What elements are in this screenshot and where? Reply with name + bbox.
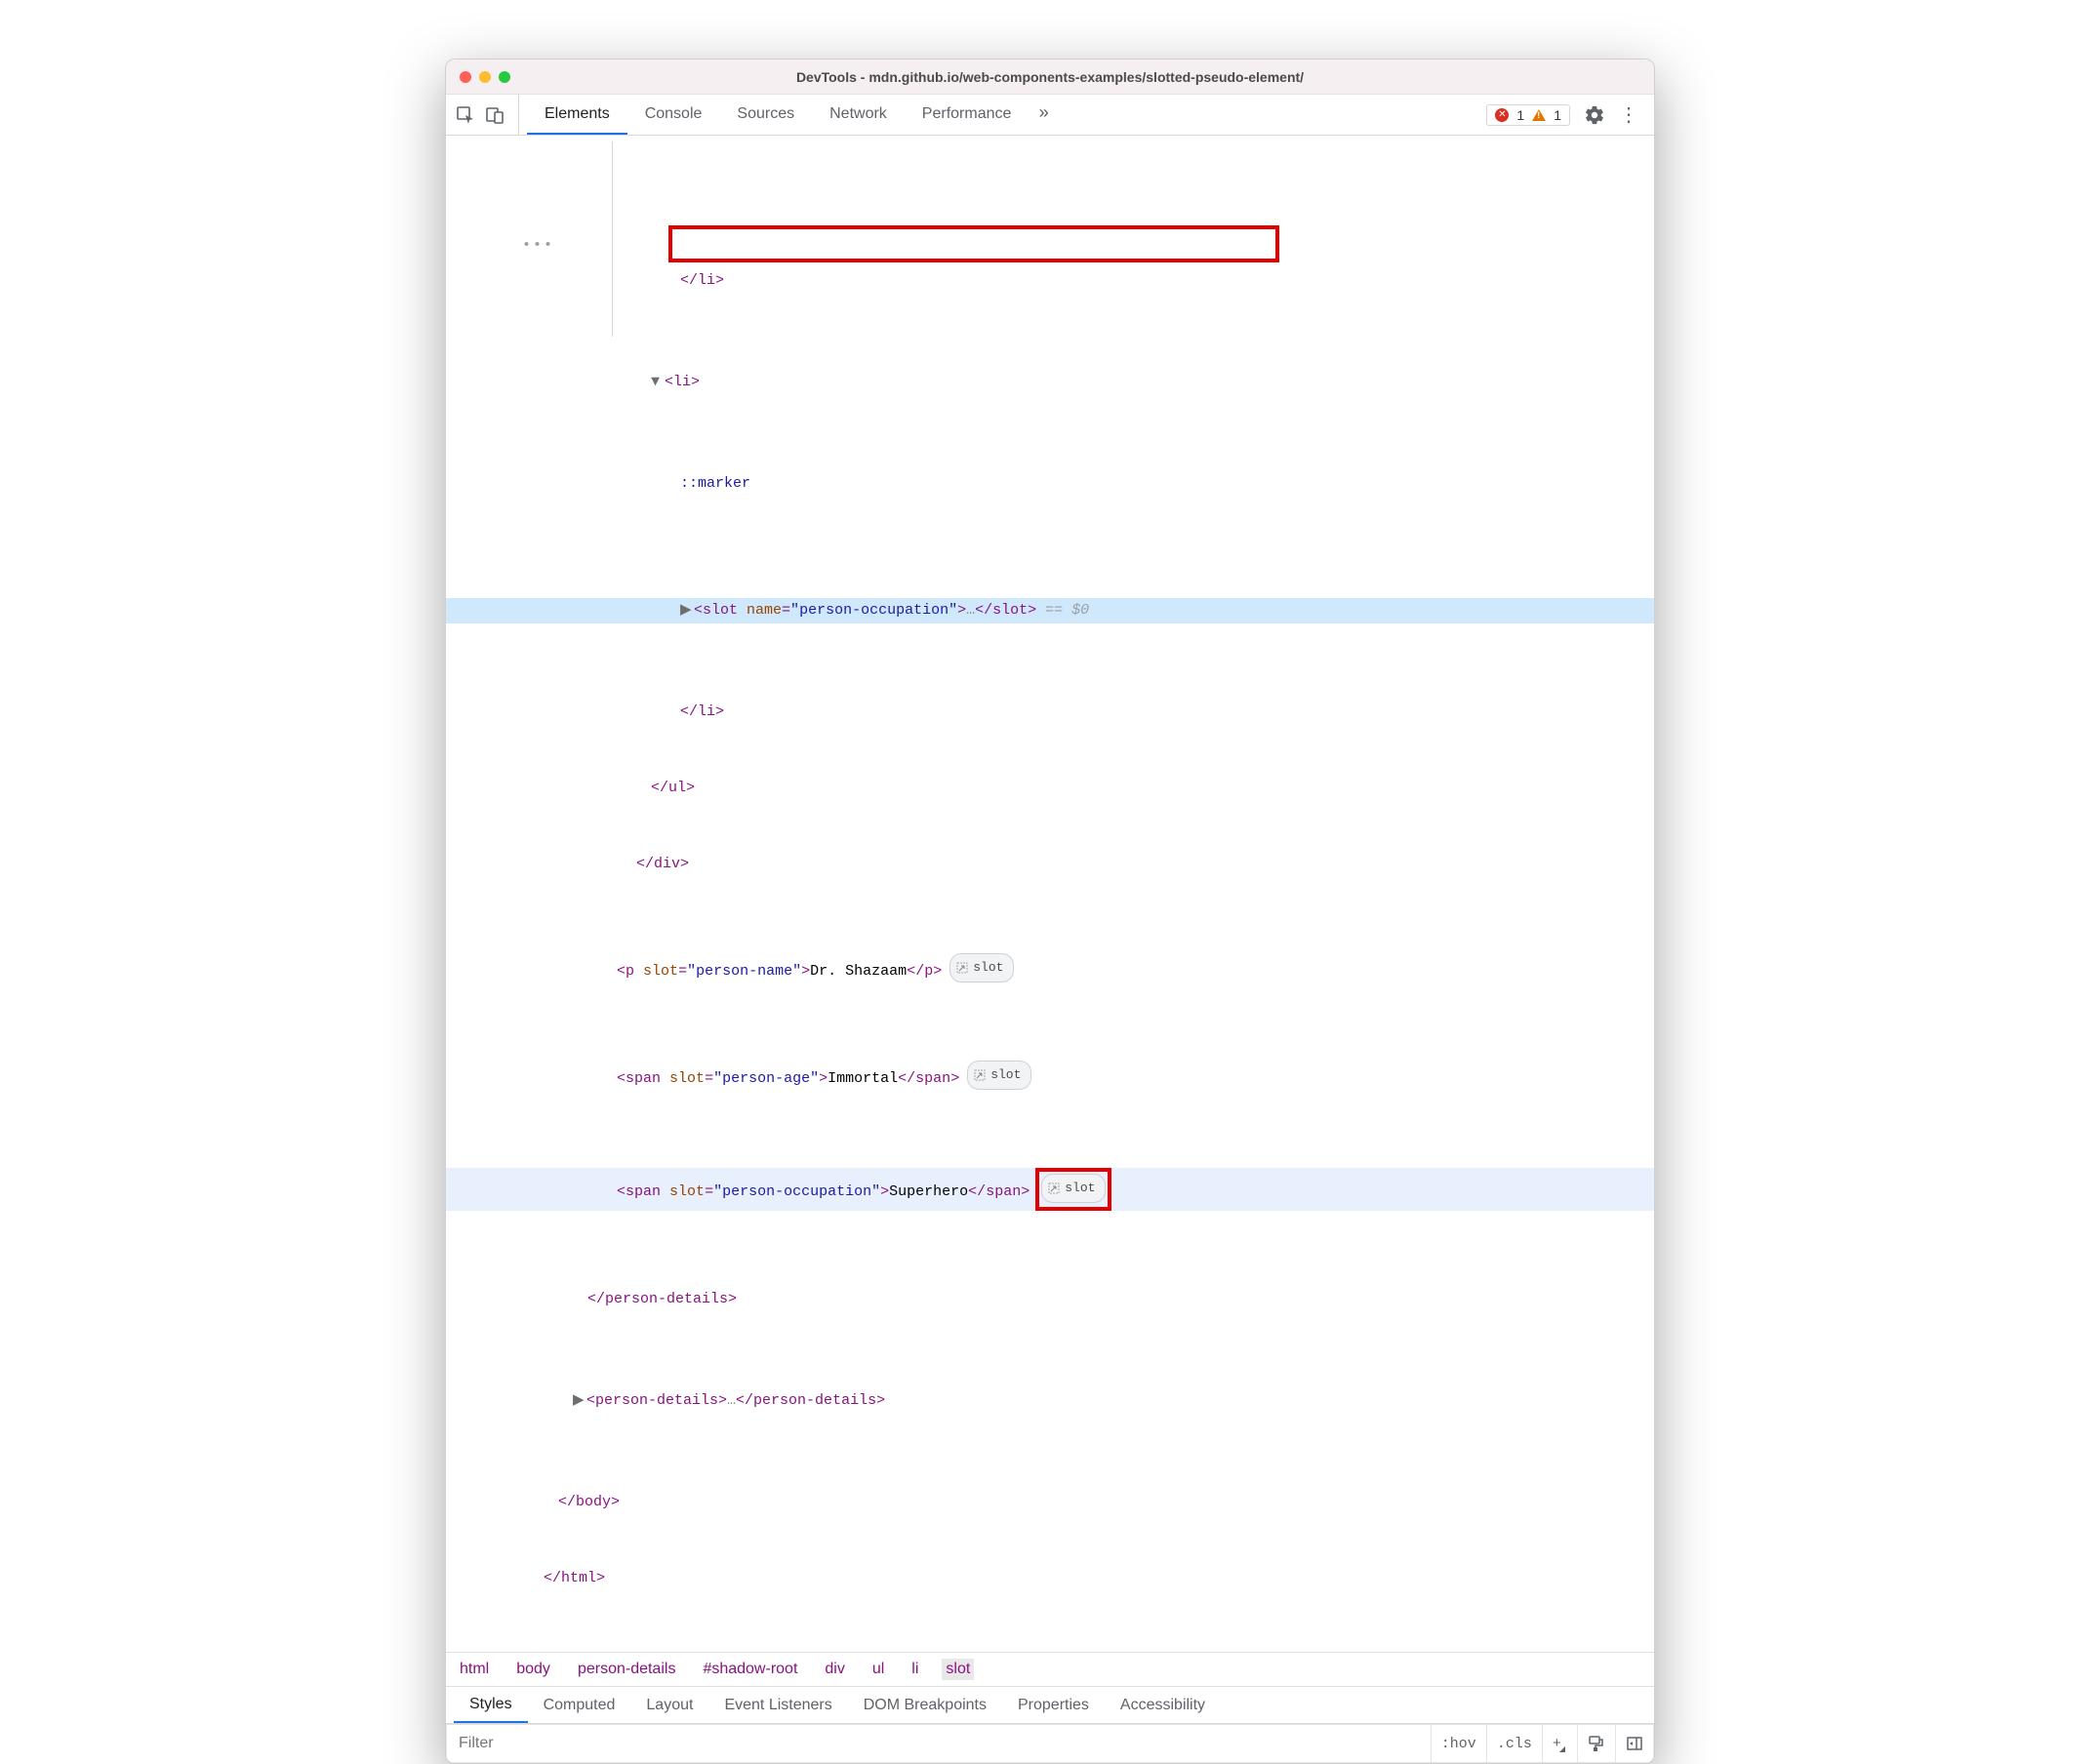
crumb-html[interactable]: html [456,1659,493,1680]
tree-row[interactable]: </ul> [446,776,1654,801]
tab-elements[interactable]: Elements [527,95,627,135]
reveal-slot-badge[interactable]: slot [967,1061,1031,1090]
tree-row[interactable]: </li> [446,700,1654,725]
tab-sources[interactable]: Sources [719,95,812,135]
issue-counter[interactable]: ✕ 1 1 [1486,104,1570,126]
window-title: DevTools - mdn.github.io/web-components-… [510,69,1590,85]
subtab-dom-breakpoints[interactable]: DOM Breakpoints [848,1687,1002,1723]
crumb-li[interactable]: li [908,1659,922,1680]
styles-subtabs: Styles Computed Layout Event Listeners D… [446,1687,1654,1724]
tree-row[interactable]: ▶<person-details>…</person-details> [446,1388,1654,1414]
panel-tabs: Elements Console Sources Network Perform… [527,95,1059,135]
more-tabs-icon[interactable]: » [1038,104,1049,124]
reveal-slot-badge[interactable]: slot [949,953,1014,982]
tab-performance[interactable]: Performance [905,95,1030,135]
crumb-slot[interactable]: slot [942,1659,974,1680]
disclosure-triangle-down-icon[interactable]: ▼ [651,370,665,395]
crumb-body[interactable]: body [512,1659,554,1680]
styles-filter-bar: :hov .cls +◢ [446,1724,1654,1763]
traffic-lights [460,71,510,83]
subtab-event-listeners[interactable]: Event Listeners [708,1687,847,1723]
tree-row[interactable]: ▼<li> [446,370,1654,395]
text-content: Superhero [889,1183,968,1200]
warning-count: 1 [1554,107,1561,123]
dom-breadcrumb: html body person-details #shadow-root di… [446,1652,1654,1687]
annotation-highlight-box: slot [1035,1168,1111,1211]
maximize-window-button[interactable] [499,71,510,83]
tree-row[interactable]: <p slot="person-name">Dr. Shazaam</p>slo… [446,953,1654,984]
crumb-div[interactable]: div [821,1659,848,1680]
tree-row[interactable]: <span slot="person-age">Immortal</span>s… [446,1061,1654,1092]
text-content: Dr. Shazaam [810,963,907,980]
tree-row[interactable]: </person-details> [446,1287,1654,1312]
text-content: Immortal [828,1070,898,1087]
disclosure-triangle-right-icon[interactable]: ▶ [680,598,694,623]
tree-guide-line [612,141,613,337]
minimize-window-button[interactable] [479,71,491,83]
crumb-shadow-root[interactable]: #shadow-root [699,1659,801,1680]
subtab-computed[interactable]: Computed [528,1687,631,1723]
paint-icon[interactable] [1578,1724,1616,1763]
toggle-sidebar-icon[interactable] [1616,1724,1654,1763]
selected-tree-row[interactable]: ▶<slot name="person-occupation">…</slot>… [446,598,1654,623]
subtab-accessibility[interactable]: Accessibility [1105,1687,1221,1723]
disclosure-triangle-right-icon[interactable]: ▶ [573,1388,586,1414]
subtab-layout[interactable]: Layout [630,1687,708,1723]
crumb-person-details[interactable]: person-details [574,1659,680,1680]
subtab-styles[interactable]: Styles [454,1687,528,1723]
tab-network[interactable]: Network [812,95,905,135]
settings-icon[interactable] [1584,104,1605,126]
tab-console[interactable]: Console [627,95,720,135]
pseudo-element-marker: ::marker [680,475,750,492]
dom-tree[interactable]: ••• </li> ▼<li> ::marker ▶<slot name="pe… [446,136,1654,1652]
device-toolbar-icon[interactable] [485,105,505,125]
crumb-ul[interactable]: ul [868,1659,888,1680]
inspect-element-icon[interactable] [456,105,475,125]
styles-filter-input[interactable] [446,1724,1432,1763]
close-window-button[interactable] [460,71,471,83]
tree-row[interactable]: </li> [446,268,1654,294]
subtab-properties[interactable]: Properties [1002,1687,1105,1723]
tree-row[interactable]: </div> [446,852,1654,877]
warning-icon [1532,109,1546,121]
tree-row[interactable]: </html> [446,1566,1654,1591]
gutter-actions-icon[interactable]: ••• [522,233,554,259]
reveal-slot-badge[interactable]: slot [1041,1174,1106,1203]
kebab-menu-icon[interactable]: ⋮ [1619,102,1638,127]
error-count: 1 [1516,107,1524,123]
titlebar: DevTools - mdn.github.io/web-components-… [446,60,1654,95]
annotation-highlight-box [668,225,1279,262]
tree-row-hover[interactable]: <span slot="person-occupation">Superhero… [446,1168,1654,1211]
new-style-rule-button[interactable]: +◢ [1543,1724,1578,1763]
devtools-window: DevTools - mdn.github.io/web-components-… [445,59,1655,1764]
tree-row[interactable]: </body> [446,1490,1654,1515]
tree-row[interactable]: ::marker [446,471,1654,497]
toggle-cls-button[interactable]: .cls [1487,1724,1543,1763]
error-icon: ✕ [1495,108,1509,122]
toggle-hov-button[interactable]: :hov [1432,1724,1487,1763]
main-toolbar: Elements Console Sources Network Perform… [446,95,1654,136]
